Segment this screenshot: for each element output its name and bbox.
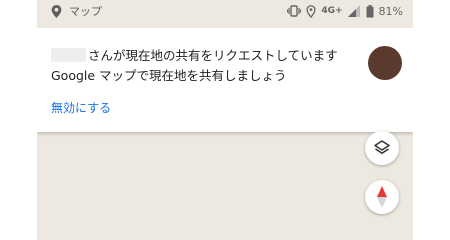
layers-icon [374,140,390,154]
signal-icon [347,5,360,17]
phone-screen: マップ 4G+ 81% さんが現在地の共有をリクエストしています Google … [37,0,413,240]
status-bar-left: マップ [37,3,102,19]
redacted-name [51,47,86,62]
network-type: 4G+ [321,6,343,16]
notification-line1: さんが現在地の共有をリクエストしています [51,45,338,64]
compass-button[interactable] [365,180,399,214]
disable-button[interactable]: 無効にする [51,99,111,116]
location-pin-icon [51,4,62,18]
avatar [368,46,402,80]
battery-icon [366,4,374,17]
status-bar-right: 4G+ 81% [287,4,413,18]
compass-icon [377,186,387,208]
notification-submessage: Google マップで現在地を共有しましょう [51,68,287,83]
location-request-notification[interactable]: さんが現在地の共有をリクエストしています Google マップで現在地を共有しま… [37,28,413,132]
battery-percentage: 81% [378,4,403,18]
status-bar: マップ 4G+ 81% [37,0,413,22]
vibrate-icon [287,5,302,17]
layers-button[interactable] [365,131,399,165]
notification-message: さんが現在地の共有をリクエストしています [88,48,338,63]
location-icon [306,4,316,18]
status-app-label: マップ [69,5,102,18]
